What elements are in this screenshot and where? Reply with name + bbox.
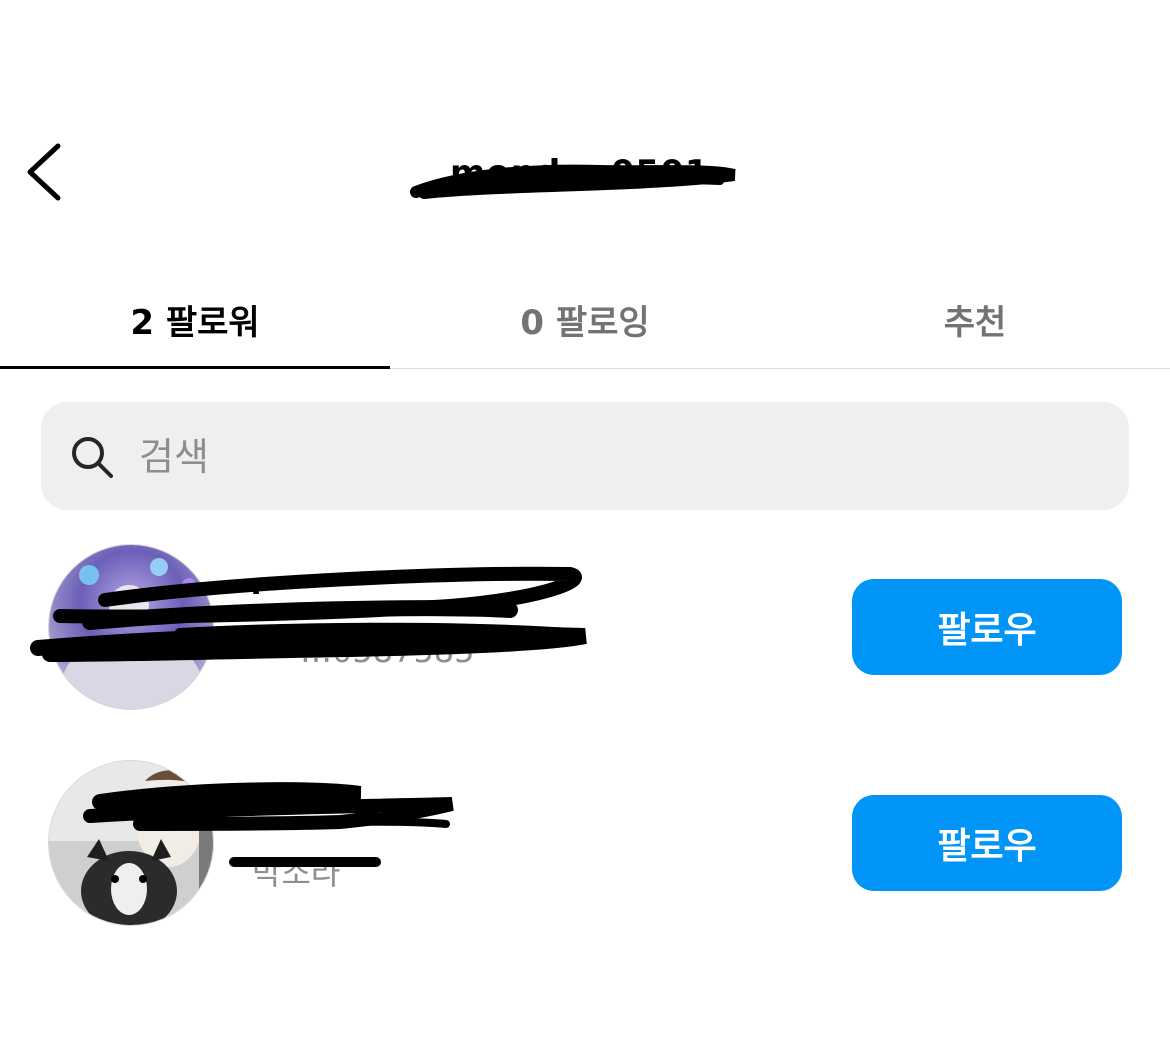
avatar-image-2 bbox=[49, 761, 213, 925]
follower-username[interactable]: · bbox=[250, 572, 262, 610]
tab-following-label: 0 팔로잉 bbox=[520, 302, 650, 343]
list-item[interactable]: · 박소라 팔로우 bbox=[0, 748, 1170, 938]
tab-suggested-label: 추천 bbox=[943, 302, 1007, 343]
follower-fullname: …0587585 bbox=[300, 632, 475, 670]
follow-button[interactable]: 팔로우 bbox=[852, 579, 1122, 675]
tab-followers[interactable]: 2 팔로워 bbox=[0, 270, 390, 368]
redaction-scribble bbox=[410, 164, 736, 199]
follow-button[interactable]: 팔로우 bbox=[852, 795, 1122, 891]
follower-fullname: 박소라 bbox=[252, 854, 341, 892]
chevron-left-icon bbox=[27, 143, 61, 201]
avatar-image-1 bbox=[49, 545, 213, 709]
search-input[interactable] bbox=[137, 422, 1101, 492]
active-tab-indicator bbox=[0, 366, 390, 369]
search-bar[interactable] bbox=[41, 402, 1129, 510]
header-title-area: mondon0501 bbox=[400, 145, 750, 205]
tab-suggested[interactable]: 추천 bbox=[780, 270, 1170, 368]
avatar[interactable] bbox=[48, 544, 214, 710]
tab-following[interactable]: 0 팔로잉 bbox=[390, 270, 780, 368]
list-item[interactable]: · …0587585 팔로우 bbox=[0, 532, 1170, 722]
search-icon bbox=[72, 437, 113, 478]
avatar[interactable] bbox=[48, 760, 214, 926]
follower-username[interactable]: · bbox=[250, 788, 262, 826]
tab-followers-label: 2 팔로워 bbox=[130, 302, 260, 343]
back-button[interactable] bbox=[18, 138, 74, 206]
